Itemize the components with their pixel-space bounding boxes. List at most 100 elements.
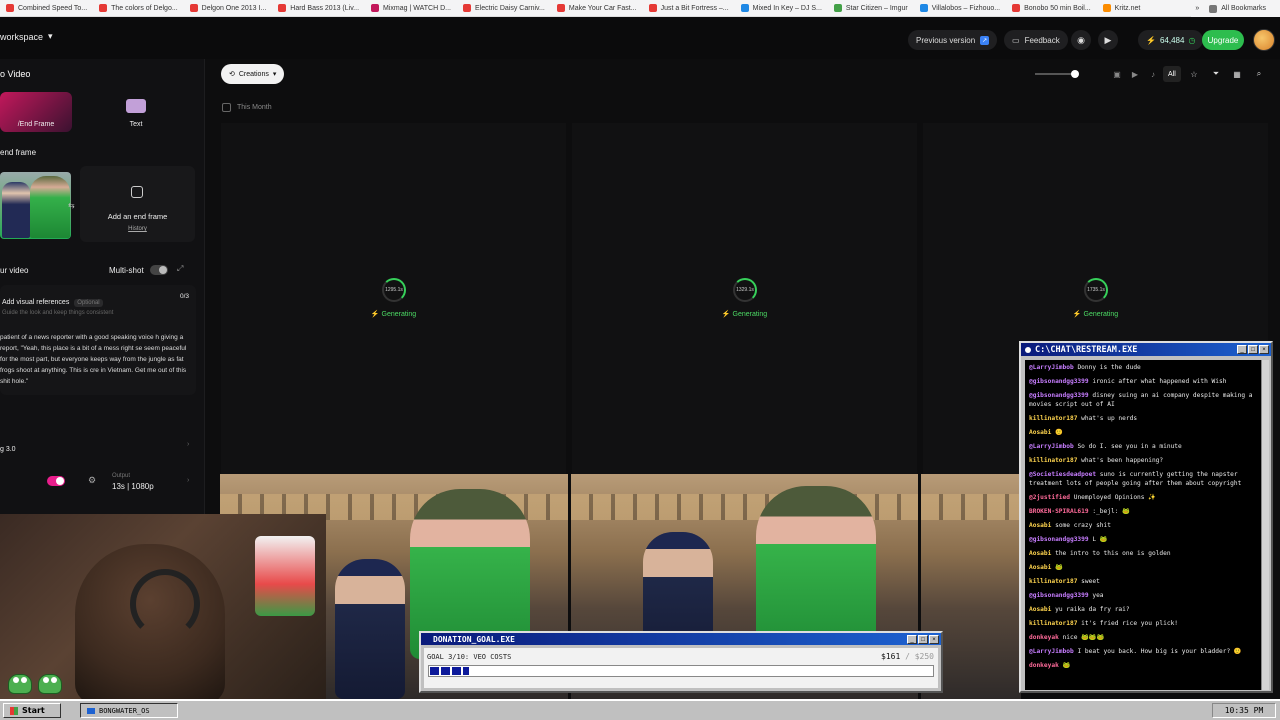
- bookmark-item[interactable]: Villalobos – Fizhouo...: [914, 0, 1006, 16]
- goal-progress-fill: [430, 667, 469, 675]
- zoom-slider[interactable]: [1035, 70, 1079, 78]
- generating-status: ⚡ Generating: [721, 311, 768, 318]
- text-mode-icon: [126, 99, 146, 113]
- maximize-button[interactable]: □: [918, 635, 928, 644]
- close-button[interactable]: ×: [929, 635, 939, 644]
- discord-icon[interactable]: ◉: [1071, 30, 1091, 50]
- previous-version-button[interactable]: Previous version ↗: [908, 30, 998, 50]
- chat-username: Aosabi: [1029, 564, 1052, 571]
- bookmark-item[interactable]: Mixed In Key – DJ S...: [735, 0, 828, 16]
- all-bookmarks[interactable]: » All Bookmarks: [1191, 0, 1280, 17]
- image-filter-icon[interactable]: ▣: [1110, 67, 1124, 81]
- progress-spinner: 1735.1s: [1084, 278, 1108, 302]
- prompt-text[interactable]: patient of a news reporter with a good s…: [0, 332, 192, 387]
- add-image-icon: [131, 186, 143, 198]
- bookmark-item[interactable]: Star Citizen – Imgur: [828, 0, 914, 16]
- goal-amount: $161 / $250: [881, 652, 934, 661]
- bookmark-item[interactable]: Hard Bass 2013 (Liv...: [272, 0, 365, 16]
- chat-window[interactable]: C:\CHAT\RESTREAM.EXE _ □ × @LarryJimbob …: [1019, 341, 1273, 693]
- audio-filter-icon[interactable]: ♪: [1146, 67, 1160, 81]
- bookmark-item[interactable]: Kritz.net: [1097, 0, 1147, 16]
- panel-title: o Video: [0, 69, 31, 79]
- taskbar-clock: 10:35 PM: [1212, 703, 1276, 718]
- output-value[interactable]: 13s | 1080p: [112, 482, 154, 491]
- chat-username: donkeyak: [1029, 634, 1059, 641]
- donation-titlebar[interactable]: DONATION_GOAL.EXE: [421, 633, 941, 645]
- maximize-button[interactable]: □: [1248, 345, 1258, 354]
- settings-sliders-icon[interactable]: ⚙: [88, 475, 96, 486]
- chat-message: killinator187 it's fried rice you plick!: [1029, 619, 1259, 628]
- chat-text: sweet: [1081, 578, 1100, 585]
- donation-goal-window[interactable]: DONATION_GOAL.EXE _ □ × GOAL 3/10: VEO C…: [419, 631, 943, 693]
- tab-start-end-frame[interactable]: /End Frame: [0, 92, 72, 132]
- video-filter-icon[interactable]: ▶: [1128, 67, 1142, 81]
- bookmark-favicon-icon: [556, 4, 565, 12]
- generation-card[interactable]: 1329.1s ⚡ Generating: [572, 123, 917, 475]
- chat-log[interactable]: @LarryJimbob Donny is the dude @gibsonand…: [1025, 360, 1263, 690]
- chat-message: Aosabi the intro to this one is golden: [1029, 549, 1259, 558]
- start-button[interactable]: Start: [3, 703, 61, 718]
- bookmark-item[interactable]: The colors of Delgo...: [93, 0, 184, 16]
- minimize-button[interactable]: _: [1237, 345, 1247, 354]
- generating-status: ⚡ Generating: [1072, 311, 1119, 318]
- bookmark-item[interactable]: Electric Daisy Carniv...: [457, 0, 551, 16]
- youtube-icon[interactable]: ▶: [1098, 30, 1118, 50]
- star-icon[interactable]: ☆: [1187, 67, 1201, 81]
- minimize-button[interactable]: _: [907, 635, 917, 644]
- filter-all-button[interactable]: All: [1163, 66, 1181, 82]
- bookmark-item[interactable]: Bonobo 50 min Boil...: [1006, 0, 1097, 16]
- history-link[interactable]: History: [80, 226, 195, 232]
- chat-message: @Societiesdeadpoet suno is currently get…: [1029, 470, 1259, 488]
- search-icon[interactable]: ⌕: [1252, 67, 1266, 81]
- bookmark-item[interactable]: Make Your Car Fast...: [551, 0, 643, 16]
- grid-icon[interactable]: ▦: [1230, 67, 1244, 81]
- bookmark-item[interactable]: Mixmag | WATCH D...: [365, 0, 457, 16]
- multi-shot-toggle[interactable]: [150, 265, 168, 275]
- chevron-right-icon[interactable]: ›: [187, 441, 189, 448]
- chat-username: Aosabi: [1029, 606, 1052, 613]
- references-hint: Guide the look and keep things consisten…: [2, 310, 114, 316]
- model-label[interactable]: g 3.0: [0, 446, 16, 453]
- chat-text: some crazy shit: [1055, 522, 1111, 529]
- bookmark-item[interactable]: Combined Speed To...: [0, 0, 93, 16]
- avatar[interactable]: [1253, 29, 1275, 51]
- chat-titlebar[interactable]: C:\CHAT\RESTREAM.EXE: [1021, 343, 1271, 356]
- start-frame-thumbnail[interactable]: [0, 172, 71, 239]
- creations-dropdown[interactable]: ⟲ Creations ▾: [221, 64, 285, 84]
- generation-card[interactable]: 1295.1s ⚡ Generating: [221, 123, 566, 475]
- tab-text[interactable]: Text: [100, 92, 172, 132]
- bookmark-favicon-icon: [189, 4, 198, 12]
- this-month-group[interactable]: This Month: [222, 103, 272, 112]
- select-all-checkbox[interactable]: [222, 103, 231, 112]
- taskbar-item[interactable]: BONGWATER_OS: [80, 703, 178, 718]
- chat-username: @gibsonandgg3399: [1029, 392, 1089, 399]
- figurine: [255, 536, 315, 616]
- chat-username: killinator187: [1029, 415, 1078, 422]
- filter-icon[interactable]: ⏷: [1209, 67, 1223, 81]
- chevron-right-icon[interactable]: ›: [187, 477, 189, 484]
- feedback-button[interactable]: ▭ Feedback: [1004, 30, 1068, 50]
- progress-spinner: 1329.1s: [733, 278, 757, 302]
- credits-badge[interactable]: ⚡ 64,484 ◷: [1138, 30, 1204, 50]
- all-bookmarks-link[interactable]: All Bookmarks: [1203, 0, 1272, 17]
- upgrade-button[interactable]: Upgrade: [1202, 30, 1244, 50]
- visual-references-label[interactable]: Add visual references Optional: [2, 299, 103, 307]
- chat-scrollbar[interactable]: [1261, 360, 1269, 690]
- expand-icon[interactable]: ⤢: [177, 264, 183, 274]
- add-end-frame-button[interactable]: Add an end frame History: [80, 166, 195, 242]
- audio-toggle[interactable]: [47, 476, 65, 486]
- close-button[interactable]: ×: [1259, 345, 1269, 354]
- chat-text: 🐸: [1062, 662, 1071, 669]
- prompt-box[interactable]: Add visual references Optional 0/3 Guide…: [0, 285, 196, 395]
- bookmark-item[interactable]: Delgon One 2013 I...: [184, 0, 273, 16]
- swap-icon[interactable]: ⇆: [68, 201, 75, 210]
- chat-text: ironic after what happened with Wish: [1092, 378, 1227, 385]
- bookmarks-overflow-icon[interactable]: »: [1191, 0, 1203, 17]
- chat-username: @gibsonandgg3399: [1029, 378, 1089, 385]
- bookmark-item[interactable]: Just a Bit Fortress –...: [643, 0, 735, 16]
- frog-emote: [38, 674, 62, 694]
- bookmarks-bar: Combined Speed To... The colors of Delgo.…: [0, 0, 1280, 17]
- chat-message: @LarryJimbob I beat you back. How big is…: [1029, 647, 1259, 656]
- workspace-selector[interactable]: workspace ▾: [0, 31, 53, 42]
- slider-knob[interactable]: [1071, 70, 1079, 78]
